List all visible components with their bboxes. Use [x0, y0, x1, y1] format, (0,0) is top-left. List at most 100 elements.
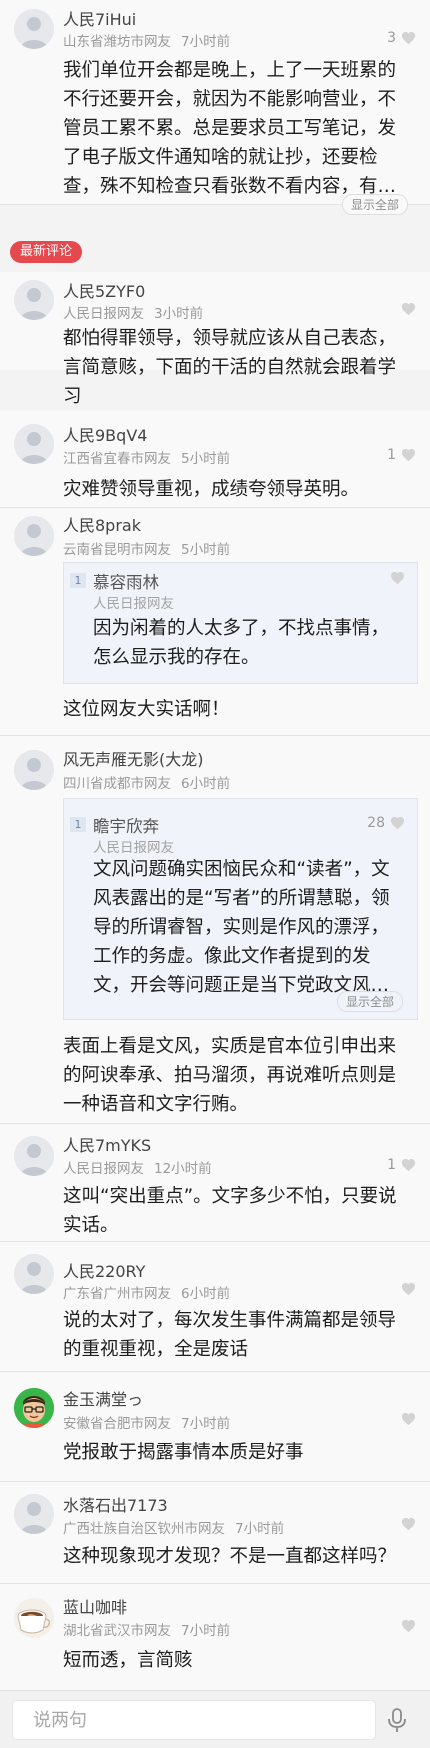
comment-location: 人民日报网友: [63, 306, 144, 322]
comment-meta: 四川省成都市网友 6小时前: [63, 772, 230, 792]
comment-meta: 广西壮族自治区钦州市网友 7小时前: [63, 1517, 284, 1537]
comment-time: 5小时前: [181, 451, 231, 467]
comment-username[interactable]: 金玉满堂っ: [63, 1386, 143, 1410]
quote-username[interactable]: 慕容雨林: [93, 569, 159, 593]
comment-text: 这位网友大实话啊！: [63, 699, 230, 720]
comment-username[interactable]: 人民220RY: [63, 1258, 145, 1282]
heart-outline-icon: [390, 571, 405, 585]
quoted-comment[interactable]: 1 瞻宇欣奔 人民日报网友 28 文风问题确实困恼民众和“读者”，文风表露出的是…: [63, 798, 418, 1020]
comment-time: 7小时前: [235, 1521, 285, 1537]
heart-outline-icon: [401, 1282, 416, 1296]
comment-meta: 山东省潍坊市网友 7小时前: [63, 30, 230, 50]
comment-username[interactable]: 水落石出7173: [63, 1492, 168, 1516]
like-button[interactable]: [396, 1282, 416, 1296]
quote-text: 因为闲着的人太多了，不找点事情，怎么显示我的存在。: [93, 618, 390, 668]
comment-item[interactable]: 人民7mYKS 人民日报网友 12小时前 1 这叫“突出重点”。文字多少不怕，只要…: [0, 1124, 430, 1242]
like-button[interactable]: 3: [387, 30, 416, 46]
default-avatar-icon[interactable]: [14, 1494, 54, 1534]
comment-item[interactable]: 水落石出7173 广西壮族自治区钦州市网友 7小时前 这种现象现才发现？不是一直都…: [0, 1482, 430, 1584]
default-avatar-icon[interactable]: [14, 1254, 54, 1294]
like-button[interactable]: [396, 1517, 416, 1531]
quoted-comment[interactable]: 1 慕容雨林 人民日报网友 因为闲着的人太多了，不找点事情，怎么显示我的存在。: [63, 562, 418, 684]
default-avatar-icon[interactable]: [14, 424, 54, 464]
comment-username[interactable]: 人民7mYKS: [63, 1132, 151, 1156]
comment-meta: 安徽省合肥市网友 7小时前: [63, 1412, 230, 1432]
heart-outline-icon: [401, 1412, 416, 1426]
default-avatar-icon[interactable]: [14, 280, 54, 320]
heart-outline-icon: [401, 1619, 416, 1633]
comment-meta: 人民日报网友 3小时前: [63, 302, 203, 322]
comment-username[interactable]: 人民7iHui: [63, 6, 136, 30]
comment-input-wrapper[interactable]: [12, 1700, 376, 1740]
heart-outline-icon: [401, 1517, 416, 1531]
comment-location: 云南省昆明市网友: [63, 542, 171, 558]
like-button[interactable]: 1: [387, 447, 416, 463]
comment-item[interactable]: 人民5ZYF0 人民日报网友 3小时前 都怕得罪领导，领导就应该从自己表态，言简意…: [0, 272, 430, 407]
comment-location: 江西省宜春市网友: [63, 451, 171, 467]
comment-item[interactable]: 人民9BqV4 江西省宜春市网友 5小时前 1 灾难赞领导重视，成绩夸领导英明。: [0, 410, 430, 508]
green-cartoon-avatar[interactable]: [14, 1388, 54, 1428]
show-all-button[interactable]: 显示全部: [341, 194, 408, 215]
like-count: 28: [367, 815, 385, 831]
microphone-icon[interactable]: [385, 1708, 409, 1734]
quote-location: 人民日报网友: [93, 596, 174, 612]
comment-meta: 人民日报网友 12小时前: [63, 1157, 212, 1177]
default-avatar-icon[interactable]: [14, 516, 54, 556]
comment-time: 12小时前: [154, 1161, 212, 1177]
comment-text: 这叫“突出重点”。文字多少不怕，只要说实话。: [63, 1186, 397, 1236]
comment-username[interactable]: 人民5ZYF0: [63, 278, 145, 302]
quote-like-button[interactable]: 28: [367, 815, 405, 831]
comment-item[interactable]: 人民7iHui 山东省潍坊市网友 7小时前 3 我们单位开会都是晚上，上了一天班累…: [0, 0, 430, 215]
show-all-button[interactable]: 显示全部: [336, 991, 403, 1012]
comment-time: 5小时前: [181, 542, 231, 558]
like-count: 1: [387, 1157, 396, 1173]
comment-time: 6小时前: [181, 1286, 231, 1302]
comment-text: 说的太对了，每次发生事件满篇都是领导的重视重视，全是废话: [63, 1310, 397, 1360]
comment-text: 我们单位开会都是晚上，上了一天班累的不行还要开会，就因为不能影响营业，不管员工累…: [63, 60, 397, 197]
comment-location: 湖北省武汉市网友: [63, 1623, 171, 1639]
comment-item[interactable]: 人民8prak 云南省昆明市网友 5小时前 1 慕容雨林 人民日报网友 因为闲着的…: [0, 508, 430, 736]
heart-outline-icon: [401, 302, 416, 316]
default-avatar-icon[interactable]: [14, 750, 54, 790]
comment-username[interactable]: 人民8prak: [63, 512, 141, 536]
like-count: 3: [387, 30, 396, 46]
comment-time: 3小时前: [154, 306, 204, 322]
comment-location: 人民日报网友: [63, 1161, 144, 1177]
like-count: 1: [387, 447, 396, 463]
comment-text: 短而透，言简赅: [63, 1650, 193, 1671]
comment-item[interactable]: 蓝山咖啡 湖北省武汉市网友 7小时前 短而透，言简赅: [0, 1584, 430, 1690]
comment-item[interactable]: 金玉满堂っ 安徽省合肥市网友 7小时前 党报敢于揭露事情本质是好事: [0, 1372, 430, 1482]
default-avatar-icon[interactable]: [14, 1136, 54, 1176]
comment-location: 广东省广州市网友: [63, 1286, 171, 1302]
comment-meta: 云南省昆明市网友 5小时前: [63, 538, 230, 558]
comment-input[interactable]: [13, 1701, 375, 1739]
quote-floor-number: 1: [70, 817, 86, 832]
comment-location: 安徽省合肥市网友: [63, 1416, 171, 1432]
comment-meta: 江西省宜春市网友 5小时前: [63, 447, 230, 467]
heart-outline-icon: [390, 816, 405, 830]
comment-location: 山东省潍坊市网友: [63, 34, 171, 50]
default-avatar-icon[interactable]: [14, 9, 54, 49]
comment-time: 7小时前: [181, 34, 231, 50]
like-button[interactable]: [396, 1619, 416, 1633]
coffee-cup-avatar[interactable]: [14, 1598, 54, 1638]
like-button[interactable]: [396, 1412, 416, 1426]
comment-username[interactable]: 人民9BqV4: [63, 422, 147, 446]
quote-like-button[interactable]: [385, 571, 405, 585]
comment-time: 6小时前: [181, 776, 231, 792]
comment-username[interactable]: 风无声雁无影(大龙): [63, 746, 204, 770]
comment-location: 四川省成都市网友: [63, 776, 171, 792]
like-button[interactable]: [396, 302, 416, 316]
comment-time: 7小时前: [181, 1623, 231, 1639]
comment-username[interactable]: 蓝山咖啡: [63, 1594, 127, 1618]
comment-text: 党报敢于揭露事情本质是好事: [63, 1442, 304, 1463]
like-button[interactable]: 1: [387, 1157, 416, 1173]
quote-username[interactable]: 瞻宇欣奔: [93, 813, 159, 837]
comment-item[interactable]: 人民220RY 广东省广州市网友 6小时前 说的太对了，每次发生事件满篇都是领导的…: [0, 1242, 430, 1372]
latest-comments-badge: 最新评论: [10, 241, 83, 263]
comment-item[interactable]: 风无声雁无影(大龙) 四川省成都市网友 6小时前 1 瞻宇欣奔 人民日报网友 28…: [0, 736, 430, 1124]
heart-outline-icon: [401, 31, 416, 45]
quote-location: 人民日报网友: [93, 840, 174, 856]
comment-text: 这种现象现才发现？不是一直都这样吗？: [63, 1546, 397, 1567]
comment-text: 都怕得罪领导，领导就应该从自己表态，言简意赅，下面的干活的自然就会跟着学习: [63, 328, 397, 407]
